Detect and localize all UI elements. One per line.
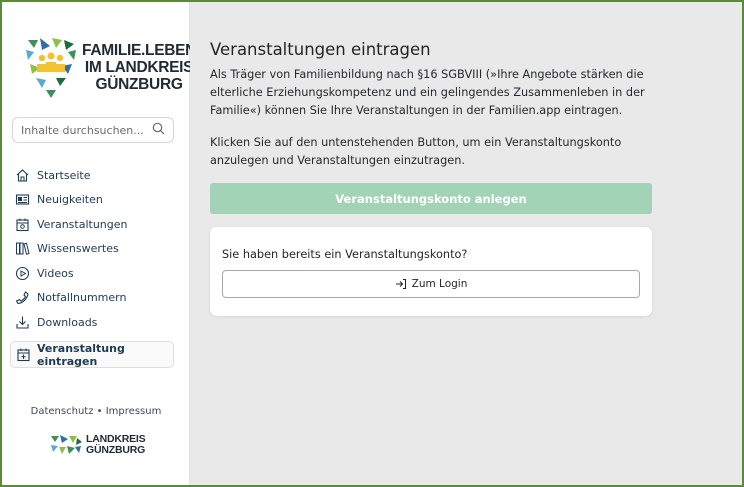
nav-item-neuigkeiten[interactable]: Neuigkeiten — [14, 188, 178, 213]
login-question: Sie haben bereits ein Veranstaltungskont… — [222, 248, 468, 261]
calendar-plus-icon — [16, 347, 31, 363]
page-title: Veranstaltungen eintragen — [210, 40, 431, 59]
footer-logo-text: LANDKREIS GÜNZBURG — [86, 434, 146, 456]
nav-item-downloads[interactable]: Downloads — [14, 310, 178, 335]
logo-text: FAMILIE.LEBEN IM LANDKREIS GÜNZBURG — [82, 42, 196, 93]
logo-line-2: IM LANDKREIS — [84, 58, 194, 76]
login-arrow-icon — [395, 278, 407, 290]
login-label: Zum Login — [411, 278, 468, 290]
nav-item-startseite[interactable]: Startseite — [14, 163, 178, 188]
instruction-paragraph: Klicken Sie auf den untenstehenden Butto… — [210, 136, 622, 167]
play-icon — [14, 265, 30, 281]
imprint-link[interactable]: Impressum — [106, 406, 162, 417]
main-content: Veranstaltungen eintragen Als Träger von… — [190, 2, 742, 485]
newspaper-icon — [14, 192, 30, 208]
landkreis-logo[interactable]: LANDKREIS GÜNZBURG — [49, 432, 149, 458]
search-placeholder: Inhalte durchsuchen... — [21, 123, 144, 137]
login-card: Sie haben bereits ein Veranstaltungskont… — [210, 227, 652, 316]
books-icon — [14, 241, 30, 257]
intro-paragraph: Als Träger von Familienbildung nach §16 … — [210, 68, 645, 117]
nav-item-veranstaltung-eintragen[interactable]: Veranstaltung eintragen — [10, 341, 174, 368]
footer-links: Datenschutz • Impressum — [2, 406, 190, 417]
logo-line-1: FAMILIE.LEBEN — [82, 41, 197, 59]
nav-item-videos[interactable]: Videos — [14, 261, 178, 286]
nav-label: Videos — [37, 266, 74, 280]
logo-line-3: GÜNZBURG — [95, 75, 183, 93]
nav-label: Startseite — [37, 168, 91, 182]
footer-separator: • — [96, 406, 103, 417]
nav-active-label: Veranstaltung eintragen — [37, 341, 125, 368]
sidebar: FAMILIE.LEBEN IM LANDKREIS GÜNZBURG Inha… — [2, 2, 196, 485]
privacy-link[interactable]: Datenschutz — [31, 406, 94, 417]
create-account-button[interactable]: Veranstaltungskonto anlegen — [210, 183, 652, 214]
family-heart-logo — [26, 38, 76, 98]
nav-item-veranstaltungen[interactable]: Veranstaltungen — [14, 212, 178, 237]
home-icon — [14, 167, 30, 183]
footer-logo-line-2: GÜNZBURG — [86, 444, 146, 456]
main-nav: Startseite Neuigkeiten Veranstaltungen W… — [14, 163, 178, 335]
nav-label: Notfallnummern — [37, 291, 127, 305]
calendar-icon — [14, 216, 30, 232]
nav-item-wissenswertes[interactable]: Wissenswertes — [14, 237, 178, 262]
search-input[interactable]: Inhalte durchsuchen... — [12, 117, 174, 143]
phone-icon — [14, 290, 30, 306]
nav-label: Veranstaltungen — [37, 217, 128, 231]
download-icon — [14, 314, 30, 330]
site-logo[interactable]: FAMILIE.LEBEN IM LANDKREIS GÜNZBURG — [22, 32, 196, 102]
nav-label: Wissenswertes — [37, 242, 119, 256]
app-frame: FAMILIE.LEBEN IM LANDKREIS GÜNZBURG Inha… — [0, 0, 744, 487]
search-icon[interactable] — [152, 122, 165, 138]
nav-item-notfallnummern[interactable]: Notfallnummern — [14, 286, 178, 311]
nav-label: Neuigkeiten — [37, 193, 103, 207]
login-button[interactable]: Zum Login — [222, 270, 640, 298]
nav-label: Downloads — [37, 315, 98, 329]
landkreis-logo-icon — [51, 435, 82, 454]
